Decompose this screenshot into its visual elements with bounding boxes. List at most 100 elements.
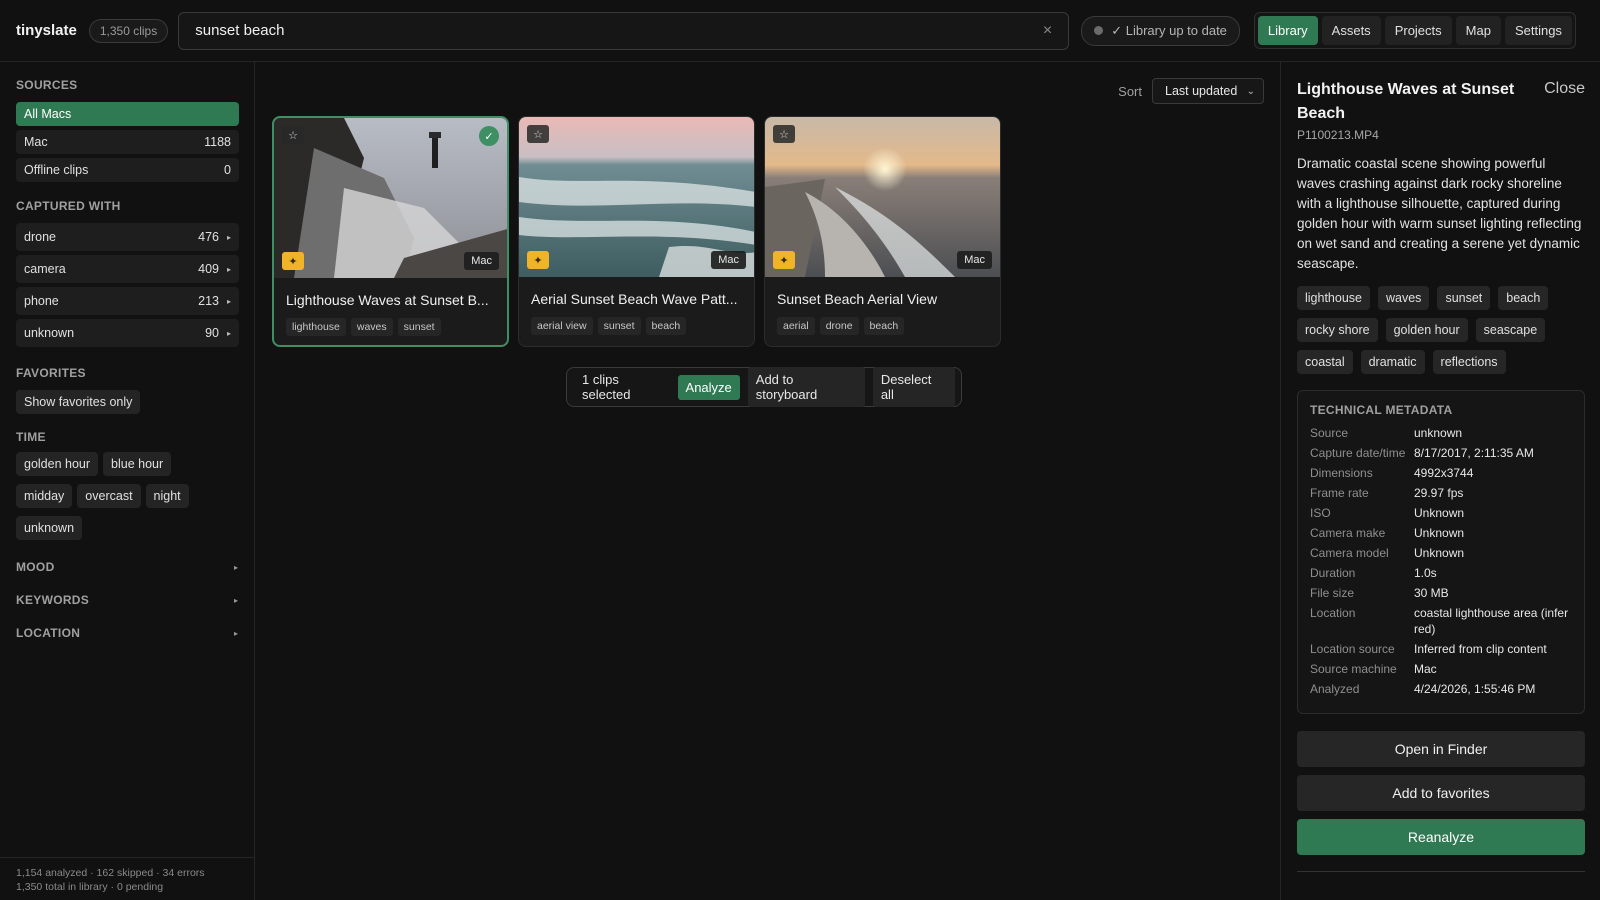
clip-tags: aerial drone beach: [765, 307, 1000, 335]
metadata-row: Camera make Unknown: [1310, 525, 1572, 541]
close-button[interactable]: Close: [1544, 80, 1585, 98]
metadata-key: Capture date/time: [1310, 446, 1406, 460]
expand-arrow-icon: ▸: [226, 264, 231, 274]
metadata-key: Duration: [1310, 566, 1356, 580]
source-label: All Macs: [24, 107, 72, 121]
tab-assets[interactable]: Assets: [1321, 16, 1381, 45]
clip-thumbnail: ☆ ✦ Mac: [519, 117, 754, 277]
metadata-key: Analyzed: [1310, 682, 1360, 696]
library-totals: 1,350 total in library · 0 pending: [16, 881, 164, 893]
clip-tags: aerial view sunset beach: [519, 307, 754, 335]
captured-phone[interactable]: phone 213 ▸: [16, 287, 239, 315]
library-stats-footer: 1,154 analyzed · 162 skipped · 34 errors…: [0, 857, 255, 900]
source-all-macs[interactable]: All Macs: [16, 102, 239, 126]
time-chip[interactable]: golden hour: [16, 452, 99, 476]
top-bar: tinyslate 1,350 clips × ✓ Library up to …: [0, 0, 1600, 62]
captured-count: 476: [198, 230, 219, 244]
time-chip[interactable]: overcast: [77, 484, 141, 508]
main-nav: Library Assets Projects Map Settings: [1253, 12, 1576, 49]
time-chip[interactable]: unknown: [16, 516, 83, 540]
captured-unknown[interactable]: unknown 90 ▸: [16, 319, 239, 347]
captured-label: unknown: [24, 326, 75, 340]
metadata-key: Camera make: [1310, 526, 1386, 540]
analyze-button[interactable]: Analyze: [677, 374, 740, 400]
detail-tag[interactable]: beach: [1498, 286, 1549, 310]
detail-tag[interactable]: seascape: [1475, 318, 1546, 342]
detail-tag[interactable]: sunset: [1437, 286, 1491, 310]
detail-tag[interactable]: lighthouse: [1297, 286, 1370, 310]
clip-card[interactable]: ☆ ✓ ✦ Mac Lighthouse Waves at Sunset B..…: [272, 116, 509, 347]
metadata-row: File size 30 MB: [1310, 585, 1572, 601]
detail-title: Lighthouse Waves at Sunset Beach: [1297, 81, 1515, 122]
clip-tags: lighthouse waves sunset: [274, 308, 507, 336]
clip-card[interactable]: ☆ ✦ Mac Aerial Sunset Beach Wave Patt...…: [518, 116, 755, 347]
detail-tag[interactable]: reflections: [1432, 350, 1506, 374]
clip-tag: sunset: [597, 317, 641, 335]
clear-search-icon[interactable]: ×: [1043, 22, 1052, 40]
ai-sparkle-icon: ✦: [282, 252, 304, 270]
source-offline-clips[interactable]: Offline clips 0: [16, 158, 239, 182]
star-icon[interactable]: ☆: [527, 125, 549, 143]
library-status: ✓ Library up to date: [1081, 15, 1240, 46]
show-favorites-button[interactable]: Show favorites only: [16, 390, 141, 414]
detail-tag[interactable]: rocky shore: [1297, 318, 1378, 342]
star-icon[interactable]: ☆: [773, 125, 795, 143]
detail-tag[interactable]: golden hour: [1385, 318, 1468, 342]
metadata-row: Analyzed 4/24/2026, 1:55:46 PM: [1310, 681, 1572, 697]
add-to-favorites-button[interactable]: Add to favorites: [1297, 775, 1585, 811]
captured-count: 213: [198, 294, 219, 308]
time-chip[interactable]: night: [145, 484, 189, 508]
sort-dropdown[interactable]: Last updated ⌄: [1152, 78, 1264, 104]
detail-tag[interactable]: coastal: [1297, 350, 1353, 374]
tab-settings[interactable]: Settings: [1504, 16, 1572, 45]
ai-sparkle-icon: ✦: [527, 251, 549, 269]
clip-title: Lighthouse Waves at Sunset B...: [286, 292, 489, 308]
ai-sparkle-icon: ✦: [773, 251, 795, 269]
status-dot-icon: [1094, 26, 1104, 35]
metadata-value: Unknown: [1414, 506, 1465, 520]
mood-section[interactable]: MOOD ▸: [16, 560, 238, 574]
tab-library[interactable]: Library: [1257, 16, 1318, 45]
mood-heading: MOOD: [16, 560, 55, 574]
divider: [1297, 871, 1585, 872]
clip-tag: lighthouse: [286, 318, 346, 336]
search-input[interactable]: [195, 22, 1043, 39]
metadata-row: Dimensions 4992x3744: [1310, 465, 1572, 481]
metadata-row: Camera model Unknown: [1310, 545, 1572, 561]
captured-camera[interactable]: camera 409 ▸: [16, 255, 239, 283]
expand-arrow-icon: ▸: [226, 232, 231, 242]
sidebar: SOURCES All Macs Mac 1188 Offline clips …: [0, 62, 255, 900]
expand-arrow-icon: ▸: [226, 296, 231, 306]
tab-projects[interactable]: Projects: [1384, 16, 1452, 45]
clip-card[interactable]: ☆ ✦ Mac Sunset Beach Aerial View aerial …: [764, 116, 1001, 347]
time-chip[interactable]: midday: [16, 484, 73, 508]
metadata-value: coastal lighthouse area (inferred): [1414, 606, 1569, 636]
deselect-all-button[interactable]: Deselect all: [872, 367, 955, 407]
main-grid-area: Sort Last updated ⌄ ☆ ✓ ✦ Mac Lighthouse…: [256, 62, 1280, 900]
search-bar[interactable]: ×: [178, 11, 1070, 50]
metadata-value: Unknown: [1414, 546, 1465, 560]
metadata-key: Source machine: [1310, 662, 1397, 676]
source-count: 1188: [204, 135, 231, 149]
selection-bar: 1 clips selected Analyze Add to storyboa…: [566, 367, 962, 407]
source-mac[interactable]: Mac 1188: [16, 130, 239, 154]
clip-tag: drone: [819, 317, 859, 335]
chevron-down-icon: ⌄: [1246, 85, 1255, 97]
open-in-finder-button[interactable]: Open in Finder: [1297, 731, 1585, 767]
selected-check-icon[interactable]: ✓: [479, 126, 499, 146]
reanalyze-button[interactable]: Reanalyze: [1297, 819, 1585, 855]
metadata-value: 8/17/2017, 2:11:35 AM: [1414, 446, 1534, 460]
captured-drone[interactable]: drone 476 ▸: [16, 223, 239, 251]
app-name: tinyslate: [16, 22, 77, 39]
tab-map[interactable]: Map: [1455, 16, 1501, 45]
detail-tag[interactable]: dramatic: [1360, 350, 1425, 374]
add-to-storyboard-button[interactable]: Add to storyboard: [747, 367, 865, 407]
keywords-section[interactable]: KEYWORDS ▸: [16, 593, 238, 607]
location-section[interactable]: LOCATION ▸: [16, 626, 238, 640]
detail-tag[interactable]: waves: [1378, 286, 1430, 310]
time-chip[interactable]: blue hour: [103, 452, 172, 476]
expand-arrow-icon: ▸: [233, 595, 238, 605]
star-icon[interactable]: ☆: [282, 126, 304, 144]
library-status-text: ✓ Library up to date: [1111, 22, 1227, 38]
expand-arrow-icon: ▸: [233, 562, 238, 572]
